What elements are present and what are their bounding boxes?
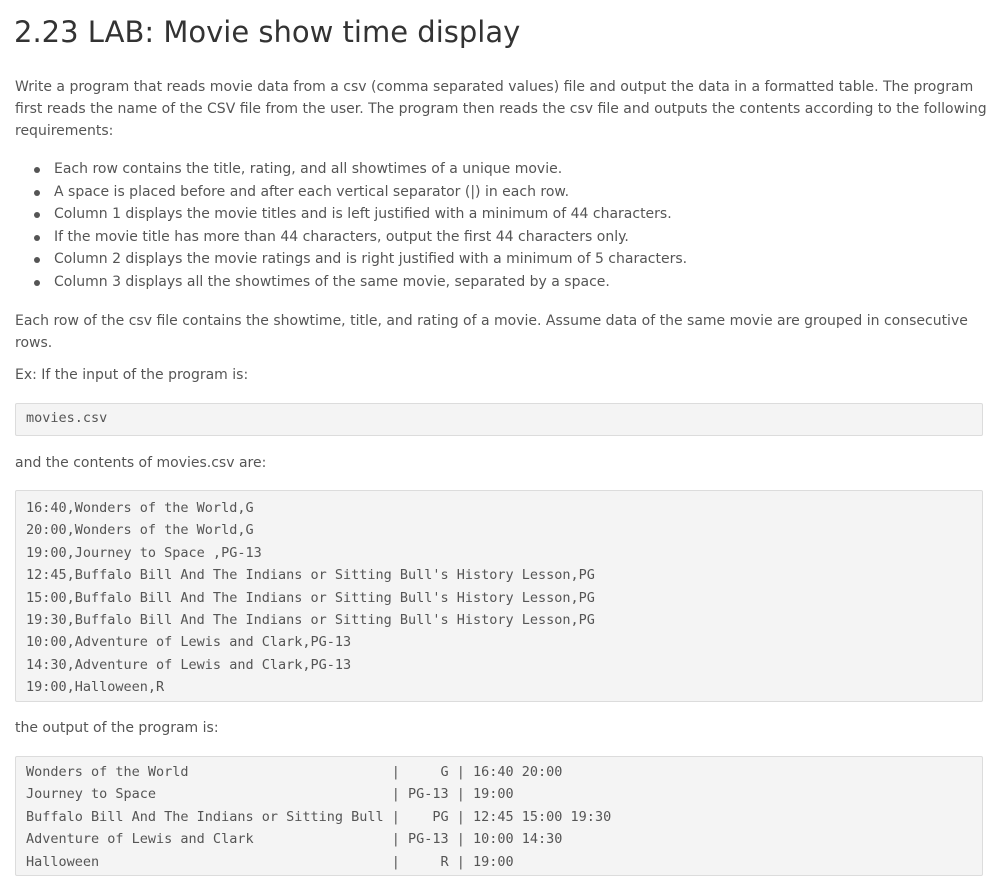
- csv-line: 19:00,Journey to Space ,PG-13: [26, 544, 262, 561]
- bullet-icon: [34, 234, 40, 241]
- requirement-text: A space is placed before and after each …: [54, 183, 570, 200]
- requirement-text: Each row contains the title, rating, and…: [54, 161, 563, 177]
- csv-contents-block: 16:40,Wonders of the World,G 20:00,Wonde…: [15, 490, 983, 702]
- csv-line: 12:45,Buffalo Bill And The Indians or Si…: [26, 567, 595, 584]
- csv-description: Each row of the csv file contains the sh…: [15, 310, 980, 354]
- output-line: Wonders of the World | G | 16:40 20:00: [26, 764, 563, 780]
- output-intro: the output of the program is:: [15, 720, 219, 736]
- page-title: 2.23 LAB: Movie show time display: [14, 15, 521, 49]
- csv-line: 10:00,Adventure of Lewis and Clark,PG-13: [26, 634, 352, 651]
- intro-line: first reads the name of the CSV file fro…: [15, 101, 987, 117]
- example-input-block: movies.csv: [15, 403, 983, 436]
- csv-line: 20:00,Wonders of the World,G: [26, 522, 254, 539]
- csv-line: 19:00,Halloween,R: [26, 679, 165, 696]
- requirement-text: Column 2 displays the movie ratings and …: [54, 251, 688, 267]
- example-intro: Ex: If the input of the program is:: [15, 367, 249, 383]
- requirement-item: Column 1 displays the movie titles and i…: [28, 203, 687, 226]
- bullet-icon: [34, 189, 40, 196]
- example-input-line: movies.csv: [26, 410, 108, 426]
- program-output-block: Wonders of the World | G | 16:40 20:00 J…: [15, 756, 983, 876]
- requirement-item: Each row contains the title, rating, and…: [28, 158, 687, 181]
- requirement-item: A space is placed before and after each …: [28, 181, 687, 204]
- output-line: Buffalo Bill And The Indians or Sitting …: [26, 808, 612, 825]
- csv-line: 19:30,Buffalo Bill And The Indians or Si…: [26, 611, 595, 628]
- requirement-item: If the movie title has more than 44 char…: [28, 226, 687, 249]
- bullet-icon: [34, 279, 40, 286]
- csv-description-line: Each row of the csv file contains the sh…: [15, 313, 968, 329]
- csv-line: 15:00,Buffalo Bill And The Indians or Si…: [26, 589, 595, 606]
- output-line: Halloween | R | 19:00: [26, 853, 514, 870]
- csv-line: 14:30,Adventure of Lewis and Clark,PG-13: [26, 656, 352, 673]
- contents-intro: and the contents of movies.csv are:: [15, 455, 267, 471]
- output-line: Adventure of Lewis and Clark | PG-13 | 1…: [26, 831, 563, 848]
- csv-description-line: rows.: [15, 335, 53, 351]
- requirement-text: If the movie title has more than 44 char…: [54, 228, 629, 245]
- intro-paragraph: Write a program that reads movie data fr…: [15, 76, 987, 142]
- intro-line: requirements:: [15, 123, 114, 139]
- intro-line: Write a program that reads movie data fr…: [15, 79, 974, 95]
- output-line: Journey to Space | PG-13 | 19:00: [26, 786, 514, 803]
- csv-line: 16:40,Wonders of the World,G: [26, 500, 254, 516]
- requirement-text: Column 1 displays the movie titles and i…: [54, 206, 672, 222]
- lab-page: 2.23 LAB: Movie show time display Write …: [0, 0, 1008, 885]
- requirement-text: Column 3 displays all the showtimes of t…: [54, 273, 610, 290]
- requirement-item: Column 3 displays all the showtimes of t…: [28, 271, 687, 294]
- requirement-item: Column 2 displays the movie ratings and …: [28, 248, 687, 271]
- requirements-list: Each row contains the title, rating, and…: [28, 158, 687, 293]
- bullet-icon: [34, 212, 40, 218]
- bullet-icon: [34, 167, 40, 173]
- bullet-icon: [34, 257, 40, 263]
